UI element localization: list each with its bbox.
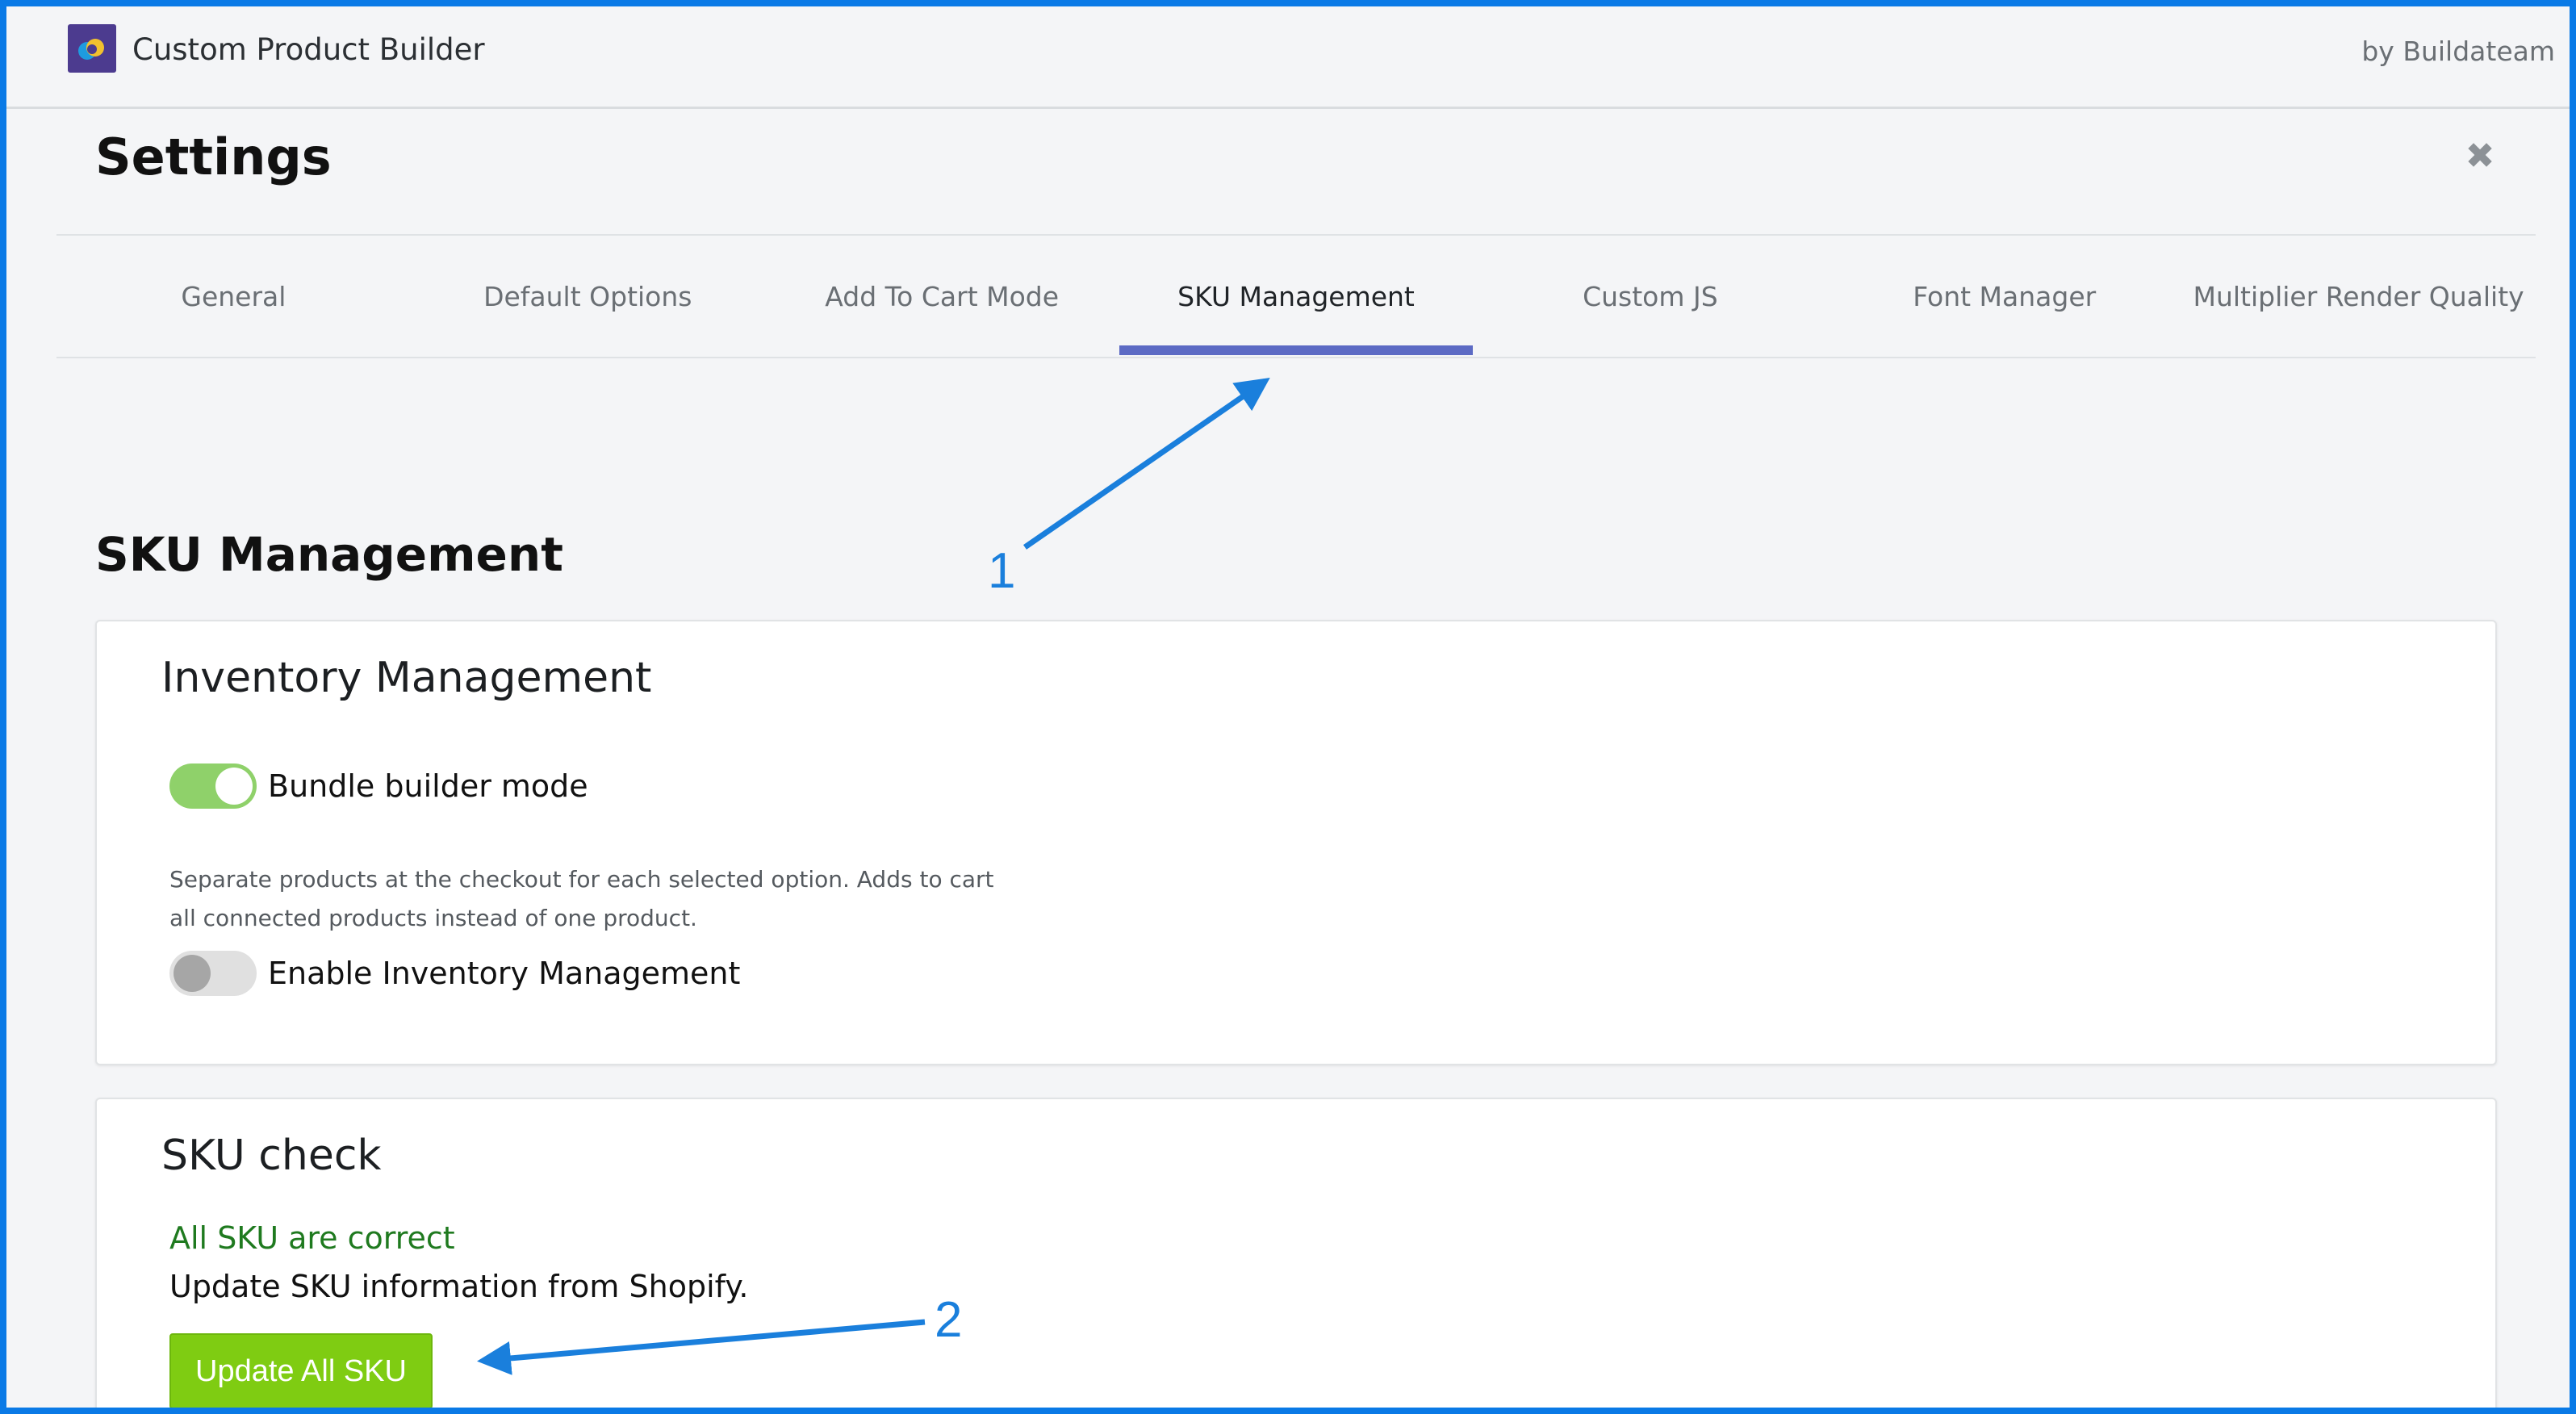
- tab-default-options[interactable]: Default Options: [411, 236, 765, 357]
- inventory-toggle-row[interactable]: Enable Inventory Management: [169, 951, 740, 996]
- update-all-sku-button[interactable]: Update All SKU: [169, 1333, 433, 1408]
- section-title: SKU Management: [95, 527, 563, 582]
- card-title: Inventory Management: [161, 654, 652, 702]
- app-logo-icon: [68, 24, 116, 73]
- sku-description: Update SKU information from Shopify.: [169, 1269, 749, 1304]
- bundle-builder-help-text: Separate products at the checkout for ea…: [169, 866, 994, 931]
- bundle-builder-label: Bundle builder mode: [268, 768, 588, 804]
- annotation-marker-2: 2: [935, 1292, 963, 1348]
- card-title: SKU check: [161, 1132, 382, 1180]
- inventory-management-toggle[interactable]: [169, 951, 257, 996]
- toggle-knob: [174, 955, 211, 992]
- annotation-marker-1: 1: [988, 543, 1016, 599]
- sku-check-card: SKU check All SKU are correct Update SKU…: [95, 1098, 2497, 1408]
- inventory-management-label: Enable Inventory Management: [268, 956, 741, 991]
- page-title: Settings: [95, 128, 332, 186]
- app-window: Custom Product Builder by Buildateam Set…: [0, 0, 2576, 1414]
- vendor-label: by Buildateam: [2361, 36, 2555, 67]
- bundle-builder-toggle[interactable]: [169, 763, 257, 809]
- close-icon[interactable]: ✖: [2460, 136, 2500, 177]
- tab-sku-management[interactable]: SKU Management: [1119, 236, 1474, 357]
- tab-custom-js[interactable]: Custom JS: [1473, 236, 1827, 357]
- tab-add-to-cart-mode[interactable]: Add To Cart Mode: [765, 236, 1119, 357]
- sku-status-text: All SKU are correct: [169, 1220, 455, 1256]
- app-title: Custom Product Builder: [132, 32, 485, 67]
- inventory-management-card: Inventory Management Bundle builder mode…: [95, 620, 2497, 1065]
- tab-font-manager[interactable]: Font Manager: [1827, 236, 2181, 357]
- bundle-builder-toggle-row[interactable]: Bundle builder mode: [169, 763, 588, 809]
- app-header: Custom Product Builder by Buildateam: [6, 6, 2570, 109]
- settings-tabs: General Default Options Add To Cart Mode…: [56, 234, 2536, 358]
- tab-general[interactable]: General: [56, 236, 411, 357]
- tab-multiplier-render-quality[interactable]: Multiplier Render Quality: [2181, 236, 2536, 357]
- toggle-knob: [215, 768, 253, 805]
- annotation-arrow-1: [1023, 378, 1270, 550]
